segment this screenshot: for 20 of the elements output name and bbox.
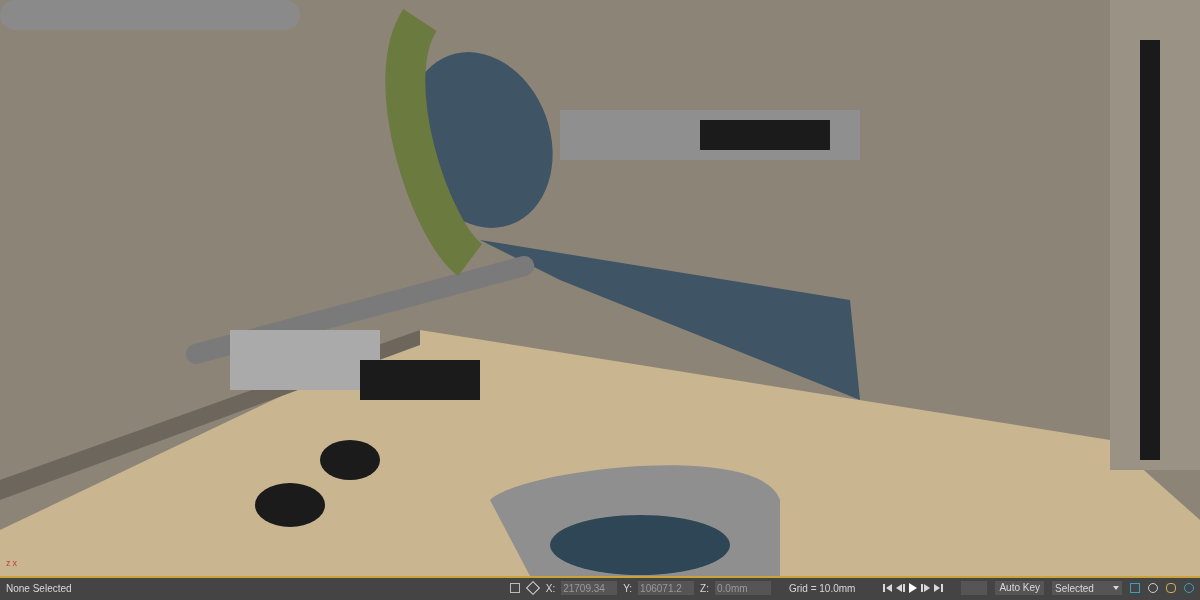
coordinate-label: X:	[545, 581, 556, 596]
go-to-end-icon[interactable]	[934, 584, 944, 592]
axis-label: x	[12, 556, 17, 570]
key-mode-icon[interactable]	[1130, 583, 1140, 593]
grid-size: Grid = 10.0mm	[789, 581, 856, 596]
coordinate-field[interactable]: 21709.34	[561, 581, 618, 595]
coordinate-field[interactable]: 106071.2	[638, 581, 695, 595]
coordinate-label: Y:	[623, 581, 633, 596]
axis-label: z	[6, 556, 11, 570]
coordinate-label: Z:	[700, 581, 709, 596]
auto-key-button[interactable]: Auto Key	[995, 581, 1044, 595]
coordinate-field[interactable]: 0.0mm	[715, 581, 771, 595]
go-to-start-icon[interactable]	[883, 584, 893, 592]
selection-status: None Selected	[6, 581, 72, 596]
caret-icon	[1113, 586, 1119, 590]
previous-frame-icon[interactable]	[896, 584, 906, 592]
key-filter-value: Selected	[1055, 581, 1094, 596]
key-filter-dropdown[interactable]: Selected	[1052, 581, 1122, 595]
next-frame-icon[interactable]	[921, 584, 931, 592]
play-icon[interactable]	[909, 583, 918, 593]
